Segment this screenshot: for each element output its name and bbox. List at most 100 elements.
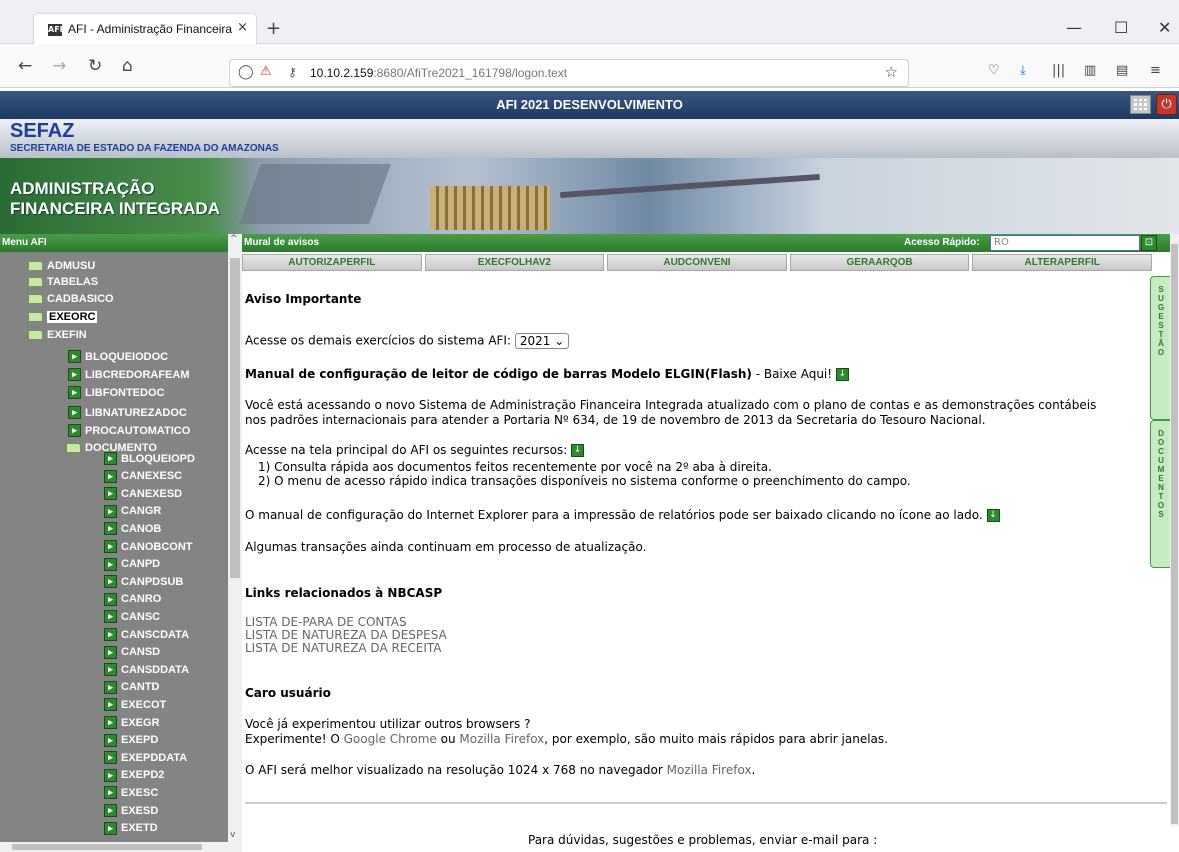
menu-item-bloqueiodoc[interactable]: ▸ BLOQUEIODOC — [68, 350, 168, 363]
tab-close-icon[interactable]: × — [237, 20, 248, 35]
permissions-icon[interactable]: ⚷ — [288, 65, 297, 79]
document-icon: ▸ — [104, 751, 117, 765]
chrome-link[interactable]: Google Chrome — [344, 732, 437, 746]
new-tab-button[interactable]: + — [266, 18, 281, 39]
tab-title: AFI - Administração Financeira — [68, 22, 233, 36]
menu-item-exepddata[interactable]: ▸ EXEPDDATA — [104, 751, 187, 765]
tab-execfolhav2[interactable]: EXECFOLHAV2 — [424, 254, 605, 271]
menu-item-admusu[interactable]: ADMUSU — [28, 260, 95, 272]
recursos-intro: Acesse na tela principal do AFI os segui… — [245, 443, 585, 457]
document-icon: ▸ — [104, 716, 117, 729]
shield-icon[interactable]: ◯ — [238, 64, 254, 80]
menu-item-libcredorafeam[interactable]: ▸ LIBCREDORAFEAM — [68, 368, 190, 381]
folder-icon — [28, 294, 43, 304]
extension-icon[interactable]: ▤ — [1116, 63, 1128, 78]
menu-item-cangr[interactable]: ▸ CANGR — [104, 504, 161, 518]
back-icon[interactable]: ← — [18, 56, 32, 76]
ie-manual: O manual de configuração do Internet Exp… — [245, 508, 1000, 522]
menu-item-execot[interactable]: ▸ EXECOT — [104, 698, 166, 712]
menu-item-exesd[interactable]: ▸ EXESD — [104, 804, 158, 817]
forward-icon[interactable]: → — [52, 56, 66, 76]
address-bar[interactable]: ◯ ⚠ ⚷ 10.10.2.159:8680/AfiTre2021_161798… — [229, 59, 909, 87]
menu-item-canexesd[interactable]: ▸ CANEXESD — [104, 487, 182, 501]
bookmark-star-icon[interactable]: ☆ — [885, 63, 898, 81]
link-de-para-contas[interactable]: LISTA DE-PARA DE CONTAS — [245, 615, 407, 629]
pocket-icon[interactable]: ♡ — [988, 63, 1000, 78]
footer-text: Para dúvidas, sugestões e problemas, env… — [528, 833, 878, 847]
folder-icon — [28, 261, 43, 271]
link-natureza-receita[interactable]: LISTA DE NATUREZA DA RECEITA — [245, 641, 442, 655]
quick-access-input[interactable]: RO — [990, 235, 1140, 251]
aviso-title: Aviso Importante — [245, 292, 362, 306]
reload-icon[interactable]: ↻ — [88, 56, 102, 76]
tab-audconveni[interactable]: AUDCONVENI — [607, 254, 787, 271]
menu-icon[interactable]: ≡ — [1150, 63, 1161, 78]
menu-item-exepd[interactable]: ▸ EXEPD — [104, 733, 158, 747]
firefox-link[interactable]: Mozilla Firefox — [459, 732, 544, 746]
tab-geraarqob[interactable]: GERAARQOB — [789, 254, 970, 271]
minimize-button[interactable]: — — [1066, 18, 1082, 37]
power-icon[interactable]: ⏻ — [1156, 94, 1177, 115]
menu-item-cantd[interactable]: ▸ CANTD — [104, 680, 160, 694]
menu-item-exetd[interactable]: ▸ EXETD — [104, 821, 158, 835]
menu-item-tabelas[interactable]: TABELAS — [28, 276, 98, 288]
tab-autorizaperfil[interactable]: AUTORIZAPERFIL — [242, 254, 422, 271]
main-scrollbar[interactable] — [1170, 234, 1179, 826]
menu-item-canpd[interactable]: ▸ CANPD — [104, 557, 160, 571]
menu-item-exepd2[interactable]: ▸ EXEPD2 — [104, 768, 164, 782]
document-icon: ▸ — [68, 350, 81, 363]
divider — [245, 802, 1167, 804]
menu-item-libfontedoc[interactable]: ▸ LIBFONTEDOC — [68, 386, 164, 399]
sidebar-header: Menu AFI — [0, 234, 228, 252]
quick-access-go-button[interactable]: ⊡ — [1141, 235, 1157, 251]
manual-row: Manual de configuração de leitor de códi… — [245, 367, 849, 381]
menu-item-canro[interactable]: ▸ CANRO — [104, 592, 161, 606]
sidebar-scrollbar[interactable]: ^ v — [228, 234, 242, 842]
document-icon: ▸ — [104, 680, 117, 694]
menu-item-canobcont[interactable]: ▸ CANOBCONT — [104, 540, 193, 553]
menu-item-canexesc[interactable]: ▸ CANEXESC — [104, 469, 182, 483]
menu-item-exegr[interactable]: ▸ EXEGR — [104, 716, 160, 729]
menu-item-exeorc[interactable]: EXEORC — [28, 311, 98, 323]
sidebar-toggle-icon[interactable]: ▥ — [1084, 63, 1096, 78]
downloads-icon[interactable]: ⤓ — [1020, 63, 1026, 78]
menu-item-canob[interactable]: ▸ CANOB — [104, 522, 161, 536]
menu-item-exefin[interactable]: EXEFIN — [28, 329, 87, 341]
menu-item-cansddata[interactable]: ▸ CANSDDATA — [104, 663, 189, 677]
document-icon: ▸ — [104, 469, 117, 483]
document-icon: ▸ — [104, 452, 117, 465]
menu-item-cansd[interactable]: ▸ CANSD — [104, 645, 160, 659]
document-icon: ▸ — [68, 386, 81, 399]
download-icon[interactable]: ↓ — [986, 509, 1000, 522]
close-window-button[interactable]: ✕ — [1158, 18, 1171, 37]
menu-item-cadbasico[interactable]: CADBASICO — [28, 293, 114, 305]
suggestion-side-tab[interactable]: SUGESTÃO — [1150, 276, 1172, 420]
menu-item-libnaturezadoc[interactable]: ▸ LIBNATUREZADOC — [68, 406, 187, 419]
apps-grid-icon[interactable] — [1130, 95, 1151, 114]
url-text[interactable]: 10.10.2.159:8680/AfiTre2021_161798/logon… — [310, 66, 567, 80]
menu-item-procautomatico[interactable]: ▸ PROCAUTOMATICO — [68, 424, 190, 437]
maximize-button[interactable]: ☐ — [1114, 18, 1128, 37]
browser-tab[interactable]: AFI AFI - Administração Financeira × — [34, 14, 256, 46]
home-icon[interactable]: ⌂ — [122, 56, 133, 76]
site-favicon-icon: AFI — [48, 24, 63, 36]
document-icon: ▸ — [104, 522, 117, 536]
tab-alteraperfil[interactable]: ALTERAPERFIL — [972, 254, 1152, 271]
document-icon: ▸ — [104, 804, 117, 817]
menu-item-bloqueiopd[interactable]: ▸ BLOQUEIOPD — [104, 452, 195, 465]
menu-item-exesc[interactable]: ▸ EXESC — [104, 786, 158, 800]
menu-item-cansc[interactable]: ▸ CANSC — [104, 610, 160, 624]
document-icon: ▸ — [68, 368, 81, 381]
firefox-link[interactable]: Mozilla Firefox — [667, 763, 752, 777]
insecure-lock-icon[interactable]: ⚠ — [260, 64, 272, 79]
novo-line-2: nos padrões internacionais para atender … — [245, 413, 986, 427]
menu-item-canscdata[interactable]: ▸ CANSCDATA — [104, 628, 189, 641]
documents-side-tab[interactable]: DOCUMENTOS — [1150, 420, 1172, 568]
library-icon[interactable]: ||| — [1052, 63, 1065, 78]
year-select[interactable]: 2021 ⌄ — [514, 333, 570, 349]
sidebar-horizontal-scrollbar[interactable] — [0, 842, 242, 852]
link-natureza-despesa[interactable]: LISTA DE NATUREZA DA DESPESA — [245, 628, 447, 642]
download-icon[interactable]: ↓ — [571, 444, 585, 457]
menu-item-canpdsub[interactable]: ▸ CANPDSUB — [104, 575, 183, 589]
download-icon[interactable]: ↓ — [835, 368, 849, 381]
